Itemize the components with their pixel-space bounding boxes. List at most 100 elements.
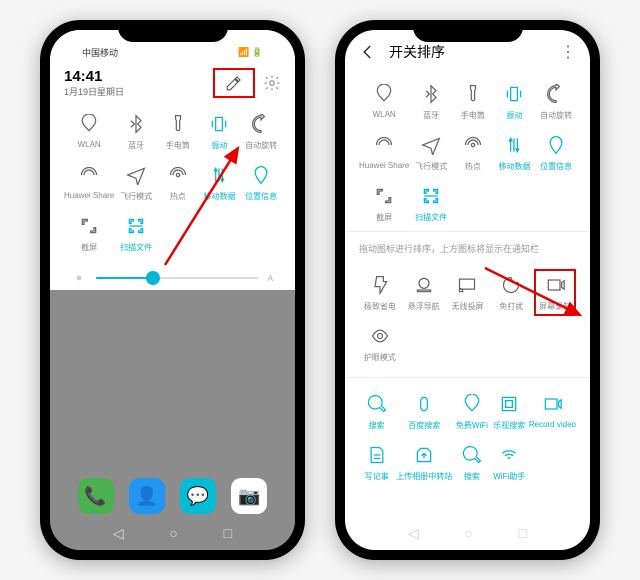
tile-乐视搜索[interactable]: 乐视搜索 [492,388,527,435]
tile-屏幕录制[interactable]: 屏幕录制 [534,269,576,316]
nav-bar: ◁ ○ □ [345,525,590,542]
tile-icon [166,163,190,187]
gear-icon[interactable] [263,74,281,92]
tile-icon [502,82,526,106]
tile-悬浮导航[interactable]: 悬浮导航 [403,269,445,316]
tile-护眼模式[interactable]: 护眼模式 [359,320,401,367]
tile-免费WiFi[interactable]: 免费WiFi [454,388,489,435]
contacts-app-icon[interactable]: 👤 [129,478,165,514]
tile-自动旋转[interactable]: 自动旋转 [536,78,576,125]
tile-移动数据[interactable]: 移动数据 [495,129,535,176]
tile-飞行模式[interactable]: 飞行模式 [411,129,451,176]
tile-扫描文件[interactable]: 扫描文件 [411,180,451,227]
tile-振动[interactable]: 振动 [200,108,240,155]
tile-蓝牙[interactable]: 蓝牙 [411,78,451,125]
tile-手电筒[interactable]: 手电筒 [158,108,198,155]
panel-header: 14:41 1月19日星期日 [64,66,281,108]
tile-label: 飞行模式 [120,191,152,202]
tile-自动旋转[interactable]: 自动旋转 [241,108,281,155]
tile-Record video[interactable]: Record video [529,388,576,435]
nav-bar: ◁ ○ □ [50,525,295,542]
clock-time: 14:41 [64,68,124,85]
tile-icon [124,112,148,136]
tile-label: 自动旋转 [540,110,572,121]
tile-label: 扫描文件 [120,242,152,253]
tile-免打扰[interactable]: 免打扰 [490,269,532,316]
home-button[interactable]: ○ [464,525,472,542]
tile-Huawei Share[interactable]: Huawei Share [359,129,409,176]
tile-label: 振动 [211,140,227,151]
time-block: 14:41 1月19日星期日 [64,68,124,98]
tile-icon [460,443,484,467]
tile-label: 悬浮导航 [408,301,440,312]
tile-icon [455,273,479,297]
tile-label: 极致省电 [364,301,396,312]
auto-label: A [268,274,273,283]
tile-label: 护眼模式 [364,352,396,363]
tile-icon [124,214,148,238]
tile-label: 手电筒 [461,110,485,121]
tile-写记事[interactable]: 写记事 [359,439,394,486]
tile-截屏[interactable]: 截屏 [359,180,409,227]
tile-Huawei Share[interactable]: Huawei Share [64,159,114,206]
tile-截屏[interactable]: 截屏 [64,210,114,257]
tile-飞行模式[interactable]: 飞行模式 [116,159,156,206]
tile-搜索[interactable]: 搜索 [454,439,489,486]
tile-手电筒[interactable]: 手电筒 [453,78,493,125]
tile-移动数据[interactable]: 移动数据 [200,159,240,206]
phone-app-icon[interactable]: 📞 [78,478,114,514]
tile-icon [166,112,190,136]
status-icons: 📶 🔋 [238,47,263,58]
edit-button[interactable] [213,68,255,98]
recents-button[interactable]: □ [224,525,232,542]
clock-date: 1月19日星期日 [64,85,124,98]
tile-热点[interactable]: 热点 [158,159,198,206]
dock: 📞 👤 💬 📷 [50,478,295,514]
tile-搜索[interactable]: 搜索 [359,388,394,435]
tile-icon [460,392,484,416]
tile-icon [207,112,231,136]
tile-蓝牙[interactable]: 蓝牙 [116,108,156,155]
tile-位置信息[interactable]: 位置信息 [536,129,576,176]
messages-app-icon[interactable]: 💬 [180,478,216,514]
available-tiles-grid: 极致省电 悬浮导航 无线投屏 免打扰 屏幕录制 护眼模式 [345,265,590,371]
tile-label: 热点 [465,161,481,172]
tile-icon [497,392,521,416]
tile-极致省电[interactable]: 极致省电 [359,269,401,316]
tile-label: 搜索 [369,420,385,431]
tile-label: 自动旋转 [245,140,277,151]
tile-label: WiFi助手 [493,471,525,482]
back-arrow-icon[interactable] [359,43,377,61]
tile-icon [419,82,443,106]
tile-上传相册中转站[interactable]: 上传相册中转站 [396,439,452,486]
tile-热点[interactable]: 热点 [453,129,493,176]
tile-WiFi助手[interactable]: WiFi助手 [492,439,527,486]
more-menu-icon[interactable]: ⋮ [560,42,576,62]
tile-label: 截屏 [376,212,392,223]
tile-icon [365,392,389,416]
slider-track[interactable] [96,277,258,279]
tile-位置信息[interactable]: 位置信息 [241,159,281,206]
tile-WLAN[interactable]: WLAN [64,108,114,155]
tile-WLAN[interactable]: WLAN [359,78,409,125]
status-bar: 中国移动 📶 🔋 [64,38,281,66]
tile-icon [540,392,564,416]
tile-振动[interactable]: 振动 [495,78,535,125]
camera-app-icon[interactable]: 📷 [231,478,267,514]
tile-icon [249,163,273,187]
recents-button[interactable]: □ [519,525,527,542]
back-button[interactable]: ◁ [113,525,124,542]
tile-label: 飞行模式 [415,161,447,172]
home-button[interactable]: ○ [169,525,177,542]
pencil-icon [225,74,243,92]
tile-icon [207,163,231,187]
tile-扫描文件[interactable]: 扫描文件 [116,210,156,257]
tile-百度搜索[interactable]: 百度搜索 [396,388,452,435]
tile-label: 写记事 [365,471,389,482]
tile-无线投屏[interactable]: 无线投屏 [447,269,489,316]
slider-thumb[interactable] [146,271,160,285]
back-button[interactable]: ◁ [408,525,419,542]
tile-icon [372,184,396,208]
tile-label: 位置信息 [245,191,277,202]
notch [118,20,228,42]
